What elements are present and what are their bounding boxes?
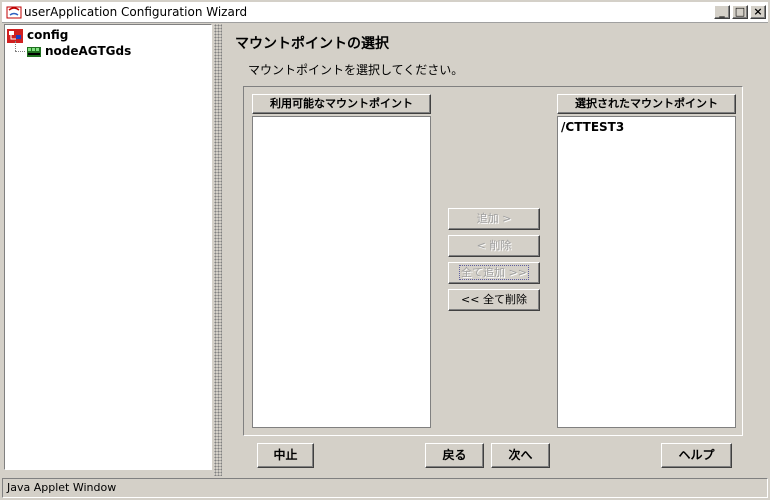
node-icon (27, 46, 41, 57)
available-mount-point-list[interactable] (252, 116, 431, 428)
add-all-button[interactable]: 全て追加 >> (448, 262, 540, 284)
add-button[interactable]: 追加 > (448, 208, 540, 230)
maximize-button[interactable]: □ (732, 5, 748, 19)
selected-list-header: 選択されたマウントポイント (557, 94, 736, 114)
next-button[interactable]: 次へ (491, 443, 550, 468)
help-button[interactable]: ヘルプ (661, 443, 732, 468)
tree-connector (15, 41, 16, 51)
tree-node-config[interactable]: config (7, 28, 68, 43)
tree-connector (15, 51, 25, 52)
add-all-button-label: 全て追加 >> (459, 265, 529, 280)
close-button[interactable]: × (750, 5, 766, 19)
remove-button[interactable]: < 削除 (448, 235, 540, 257)
panel-splitter[interactable] (214, 24, 222, 476)
tree-node-config-label: config (27, 28, 69, 42)
tree-node-node-label: nodeAGTGds (45, 44, 132, 58)
cancel-button[interactable]: 中止 (257, 443, 314, 468)
back-button[interactable]: 戻る (425, 443, 484, 468)
title-bar: userApplication Configuration Wizard _ □… (2, 2, 768, 23)
java-applet-icon (6, 6, 22, 19)
page-title: マウントポイントの選択 (235, 36, 389, 52)
selected-mount-point-list[interactable]: /CTTEST3 (557, 116, 736, 428)
configuration-tree[interactable]: config nodeAGTGds (4, 24, 212, 470)
list-item[interactable]: /CTTEST3 (561, 120, 624, 134)
tree-node-node[interactable]: nodeAGTGds (27, 44, 131, 58)
remove-all-button[interactable]: << 全て削除 (448, 289, 540, 311)
status-bar: Java Applet Window (2, 478, 768, 498)
window-title: userApplication Configuration Wizard (24, 5, 248, 19)
available-list-header: 利用可能なマウントポイント (252, 94, 431, 114)
minimize-button[interactable]: _ (714, 5, 730, 19)
page-instruction: マウントポイントを選択してください。 (248, 63, 464, 77)
